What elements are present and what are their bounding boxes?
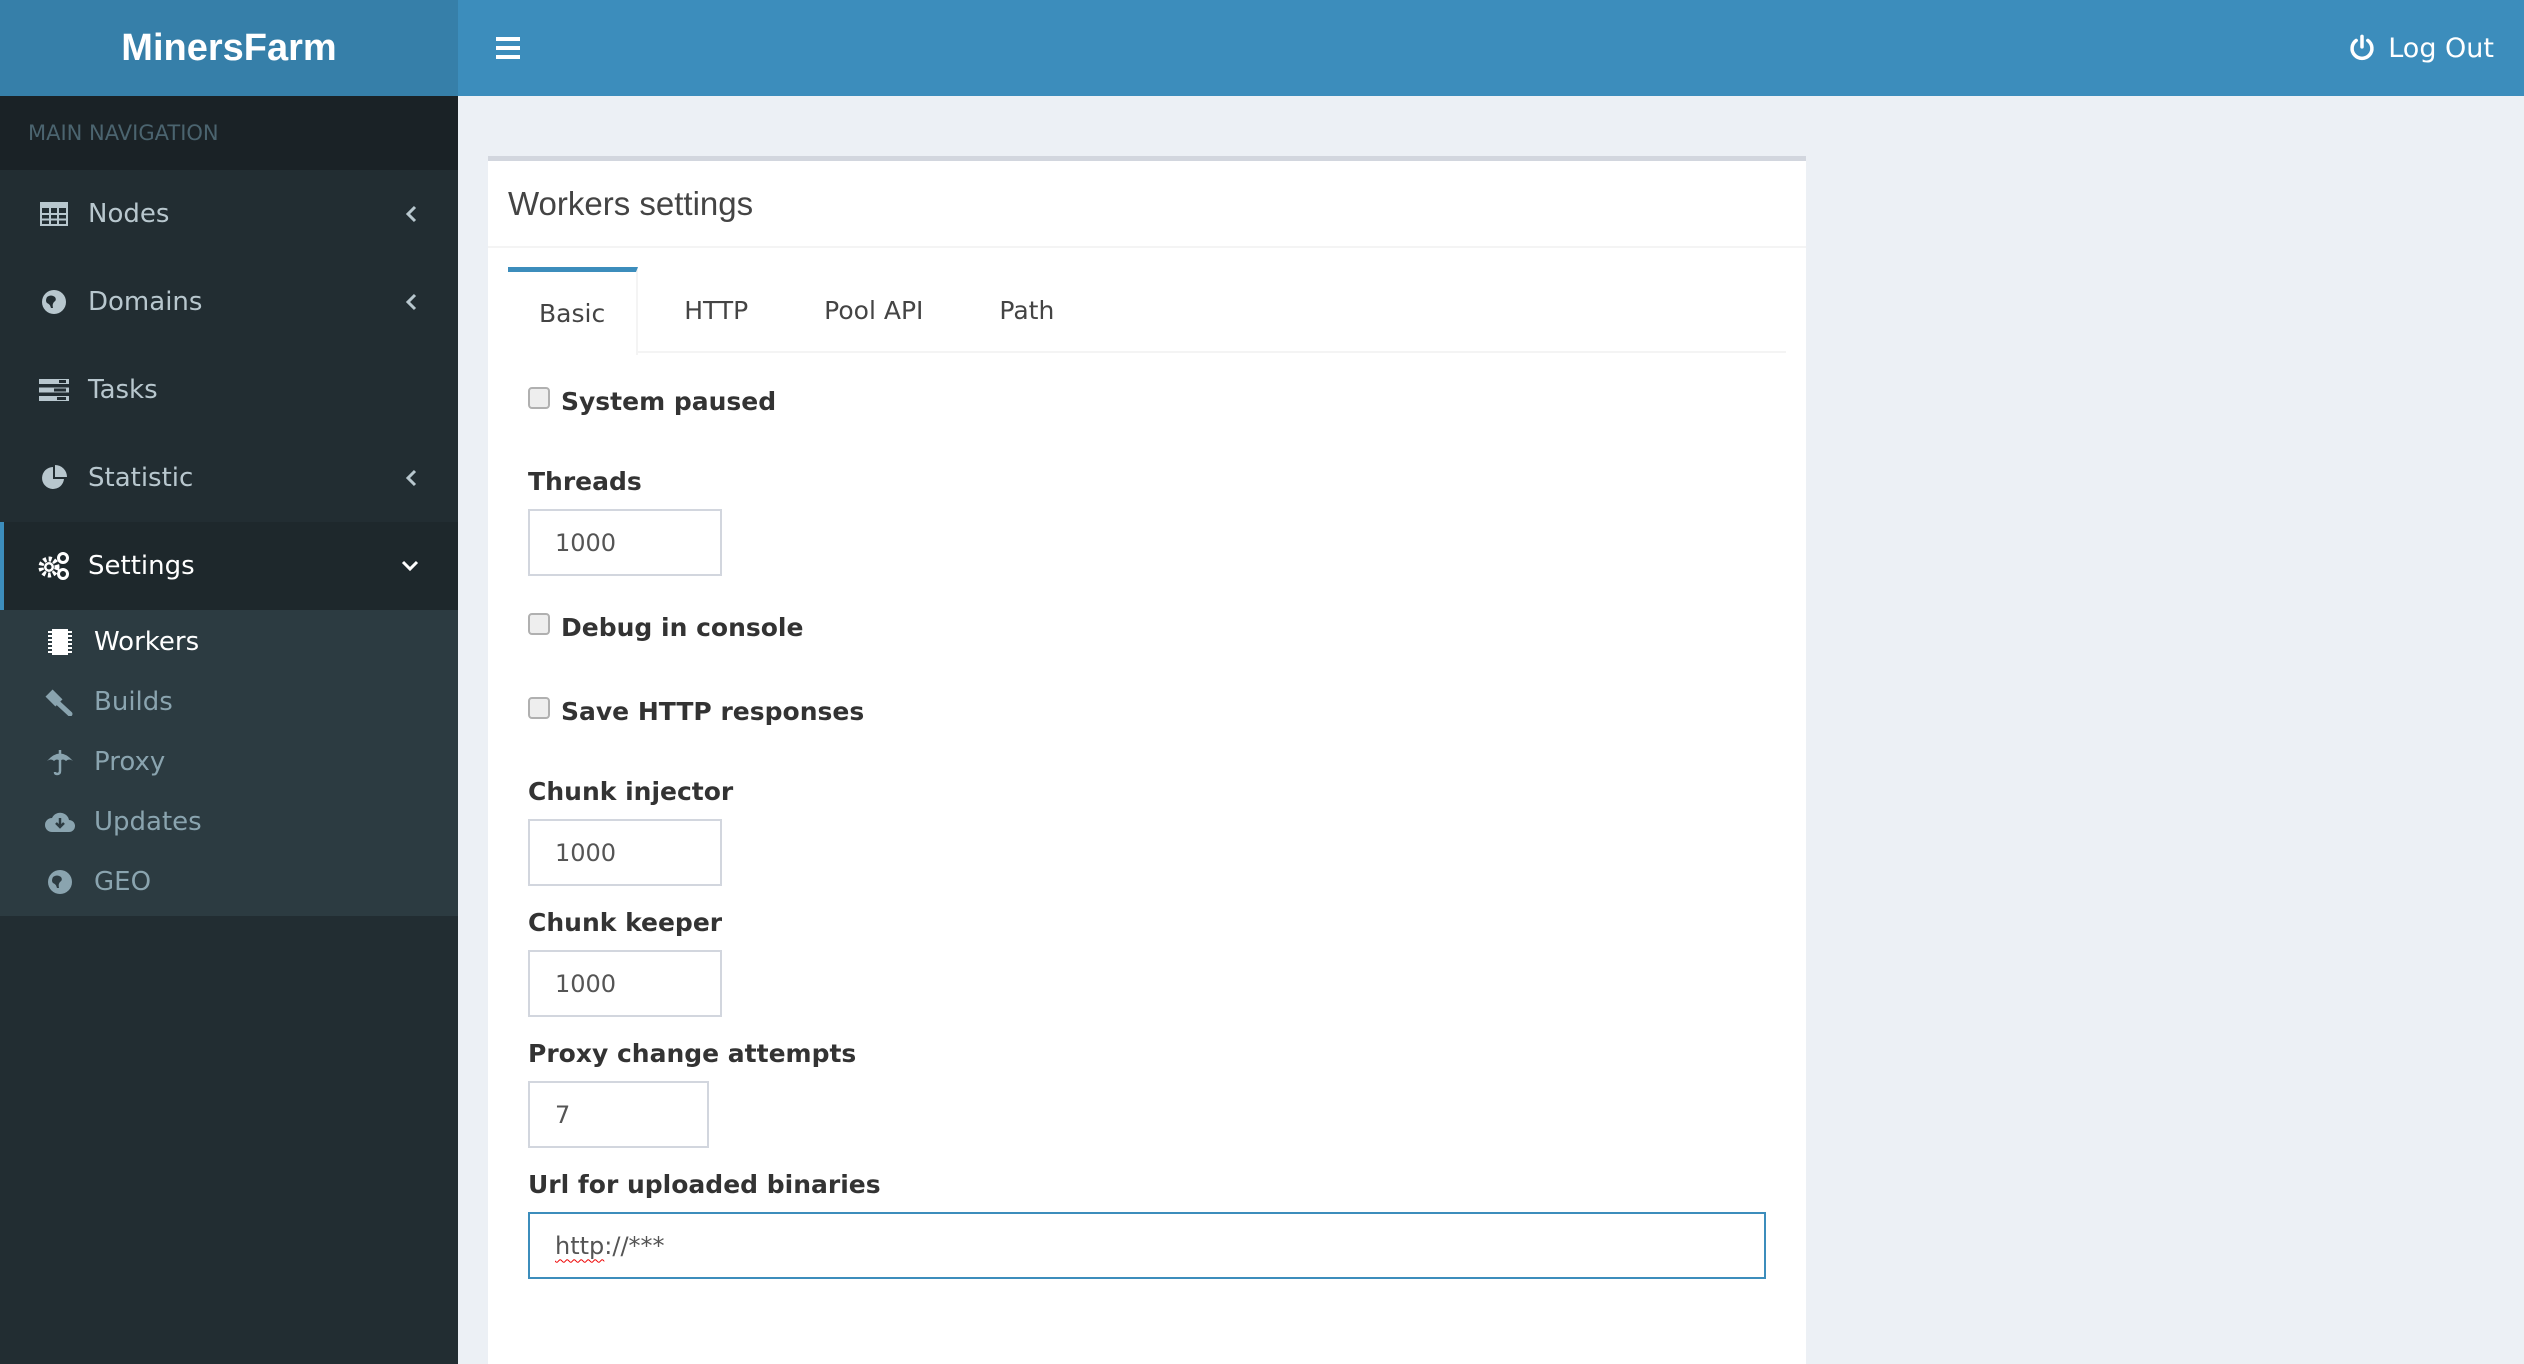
- submenu-item-label: Workers: [94, 627, 200, 657]
- sidebar: MAIN NAVIGATION Nodes Domains Tasks Stat…: [0, 96, 458, 1364]
- settings-tabs: Basic HTTP Pool API Path: [508, 267, 1786, 355]
- sidebar-item-label: Statistic: [88, 463, 194, 493]
- app-title: MinersFarm: [121, 26, 337, 69]
- sidebar-item-label: Tasks: [88, 375, 158, 405]
- chunk-injector-input[interactable]: 1000: [528, 819, 722, 886]
- chevron-down-icon: [401, 560, 419, 572]
- gavel-icon: [44, 686, 76, 718]
- sidebar-toggle-button[interactable]: [486, 32, 530, 64]
- pie-chart-icon: [38, 462, 70, 494]
- sidebar-item-tasks[interactable]: Tasks: [0, 346, 458, 434]
- debug-in-console-checkbox[interactable]: [528, 613, 550, 635]
- logout-label: Log Out: [2388, 32, 2494, 64]
- cloud-download-icon: [44, 806, 76, 838]
- submenu-item-label: GEO: [94, 867, 152, 897]
- url-uploaded-binaries-input[interactable]: http://***: [528, 1212, 1766, 1279]
- save-http-responses-row: Save HTTP responses: [528, 691, 1766, 731]
- settings-submenu: Workers Builds Proxy Updates GEO: [0, 610, 458, 916]
- tab-path[interactable]: Path: [969, 267, 1084, 353]
- globe-icon: [38, 286, 70, 318]
- sidebar-item-label: Domains: [88, 287, 203, 317]
- submenu-item-geo[interactable]: GEO: [0, 852, 458, 912]
- globe-icon: [44, 866, 76, 898]
- submenu-item-label: Updates: [94, 807, 202, 837]
- chevron-left-icon: [405, 205, 417, 223]
- url-uploaded-binaries-label: Url for uploaded binaries: [528, 1169, 881, 1199]
- system-paused-checkbox[interactable]: [528, 387, 550, 409]
- logout-button[interactable]: Log Out: [2348, 0, 2494, 96]
- submenu-item-label: Proxy: [94, 747, 166, 777]
- sidebar-item-label: Settings: [88, 551, 195, 581]
- system-paused-label: System paused: [561, 386, 777, 416]
- table-icon: [38, 198, 70, 230]
- debug-in-console-row: Debug in console: [528, 607, 1766, 647]
- submenu-item-builds[interactable]: Builds: [0, 672, 458, 732]
- microchip-icon: [44, 626, 76, 658]
- hamburger-icon: [496, 37, 520, 41]
- tab-pool-api[interactable]: Pool API: [794, 267, 953, 353]
- sidebar-item-settings[interactable]: Settings: [0, 522, 458, 610]
- panel-header: Workers settings: [488, 161, 1806, 248]
- proxy-change-attempts-label: Proxy change attempts: [528, 1038, 857, 1068]
- sidebar-item-statistic[interactable]: Statistic: [0, 434, 458, 522]
- threads-label: Threads: [528, 466, 642, 496]
- app-logo[interactable]: MinersFarm: [0, 0, 458, 96]
- power-icon: [2350, 34, 2374, 61]
- threads-input[interactable]: 1000: [528, 509, 722, 576]
- chevron-left-icon: [405, 293, 417, 311]
- debug-in-console-label: Debug in console: [561, 612, 804, 642]
- chunk-keeper-input[interactable]: 1000: [528, 950, 722, 1017]
- chunk-keeper-label: Chunk keeper: [528, 907, 723, 937]
- tab-basic[interactable]: Basic: [508, 267, 639, 355]
- basic-settings-form: System paused Threads 1000 Debug in cons…: [528, 381, 1766, 1279]
- tasks-icon: [38, 374, 70, 406]
- sidebar-item-domains[interactable]: Domains: [0, 258, 458, 346]
- chunk-injector-label: Chunk injector: [528, 776, 734, 806]
- system-paused-row: System paused: [528, 381, 1766, 421]
- sidebar-header: MAIN NAVIGATION: [0, 96, 458, 170]
- proxy-change-attempts-input[interactable]: 7: [528, 1081, 709, 1148]
- gears-icon: [38, 550, 70, 582]
- submenu-item-label: Builds: [94, 687, 173, 717]
- save-http-responses-checkbox[interactable]: [528, 697, 550, 719]
- save-http-responses-label: Save HTTP responses: [561, 696, 865, 726]
- submenu-item-updates[interactable]: Updates: [0, 792, 458, 852]
- sidebar-item-nodes[interactable]: Nodes: [0, 170, 458, 258]
- sidebar-item-label: Nodes: [88, 199, 170, 229]
- submenu-item-proxy[interactable]: Proxy: [0, 732, 458, 792]
- workers-settings-panel: Workers settings Basic HTTP Pool API Pat…: [488, 156, 1806, 1364]
- top-navbar: Log Out: [458, 0, 2524, 96]
- umbrella-icon: [44, 746, 76, 778]
- tab-http[interactable]: HTTP: [654, 267, 778, 353]
- chevron-left-icon: [405, 469, 417, 487]
- page-title: Workers settings: [508, 184, 754, 222]
- submenu-item-workers[interactable]: Workers: [0, 612, 458, 672]
- spellcheck-underlined-text: http: [555, 1231, 605, 1260]
